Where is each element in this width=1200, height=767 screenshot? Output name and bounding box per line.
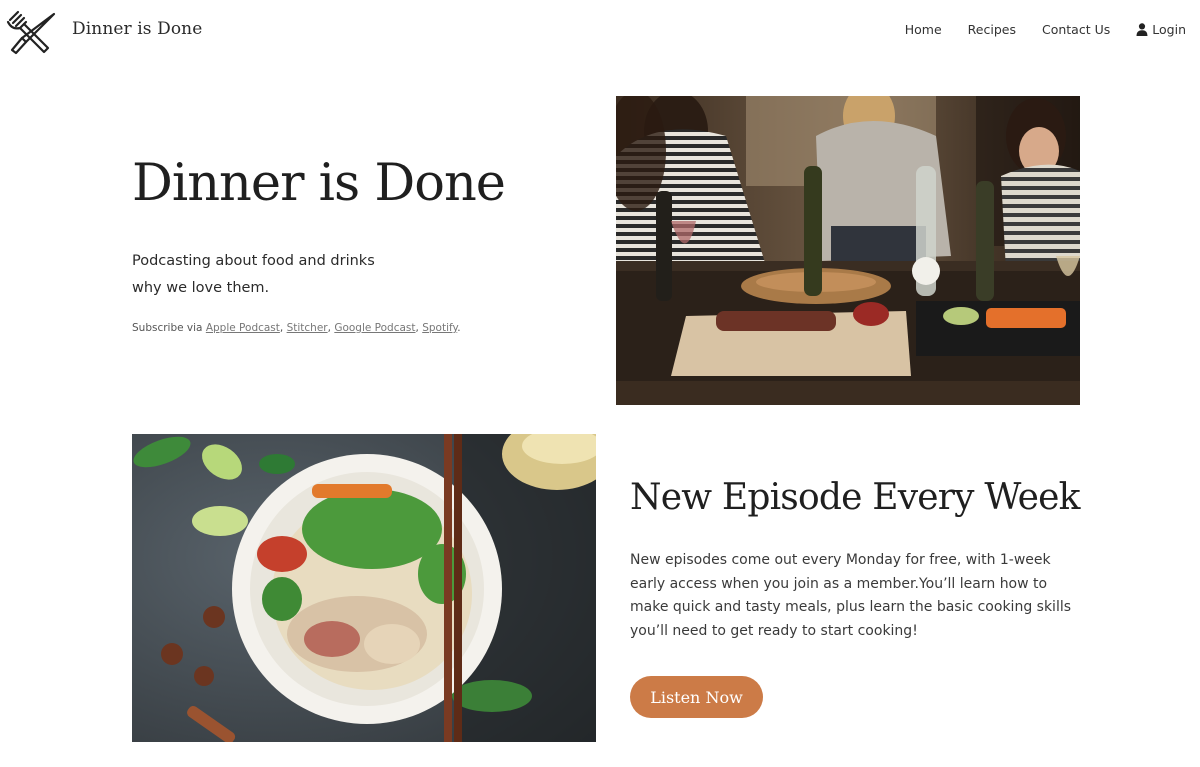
- food-bowl-illustration: [132, 434, 596, 742]
- login-label: Login: [1152, 22, 1186, 37]
- page: Dinner is Done Home Recipes Contact Us L…: [0, 0, 1200, 767]
- episode-description: New episodes come out every Monday for f…: [630, 552, 1072, 639]
- hero-photo: [616, 96, 1080, 405]
- nav-contact[interactable]: Contact Us: [1042, 22, 1110, 37]
- hero-title: Dinner is Done: [132, 154, 506, 213]
- subscribe-prefix: Subscribe via: [132, 322, 206, 334]
- hero-subtitle-line1: Podcasting about food and drinks: [132, 253, 375, 269]
- nav-recipes[interactable]: Recipes: [968, 22, 1016, 37]
- hero-subtitle: Podcasting about food and drinks why we …: [132, 248, 432, 302]
- stitcher-link[interactable]: Stitcher: [287, 322, 328, 334]
- hero-photo-illustration: [616, 96, 1080, 405]
- episode-title: New Episode Every Week: [630, 477, 1080, 518]
- apple-podcast-link[interactable]: Apple Podcast: [206, 322, 280, 334]
- nav-home[interactable]: Home: [905, 22, 942, 37]
- main-nav: Home Recipes Contact Us Login: [905, 22, 1186, 37]
- google-podcast-link[interactable]: Google Podcast: [334, 322, 415, 334]
- food-bowl-photo: [132, 434, 596, 742]
- subscribe-line: Subscribe via Apple Podcast, Stitcher, G…: [132, 322, 461, 334]
- nav-login[interactable]: Login: [1136, 22, 1186, 37]
- listen-now-button[interactable]: Listen Now: [630, 676, 763, 718]
- fork-knife-icon[interactable]: [4, 8, 60, 56]
- hero-subtitle-line2: why we love them.: [132, 280, 270, 296]
- user-icon: [1136, 23, 1148, 36]
- brand-link[interactable]: Dinner is Done: [72, 19, 202, 39]
- site-header: Dinner is Done Home Recipes Contact Us L…: [0, 0, 1200, 62]
- spotify-link[interactable]: Spotify: [422, 322, 457, 334]
